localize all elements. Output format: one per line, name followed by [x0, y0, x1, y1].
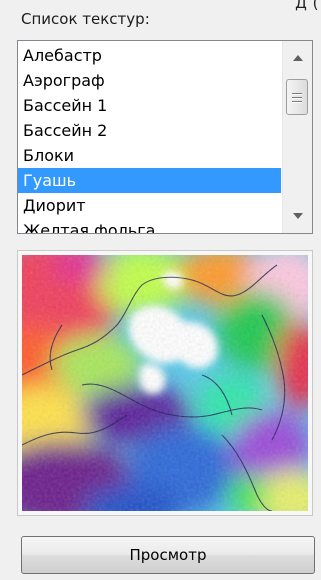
clipped-header-text: Д (: [295, 0, 319, 12]
texture-preview-image: [22, 255, 308, 511]
texture-panel: Д ( Список текстур: Алебастр Аэрограф Ба…: [0, 0, 321, 580]
texture-preview-frame: [17, 250, 313, 516]
scroll-up-button[interactable]: [283, 47, 312, 69]
list-item-pool-1[interactable]: Бассейн 1: [18, 93, 281, 118]
chevron-up-icon: [292, 55, 303, 61]
list-item-gouache[interactable]: Гуашь: [18, 168, 281, 193]
grip-icon: [292, 96, 302, 98]
list-item-blocks[interactable]: Блоки: [18, 143, 281, 168]
grip-icon: [292, 92, 302, 94]
list-scrollbar[interactable]: [282, 41, 312, 233]
list-item-yellow-foil[interactable]: Желтая фольга: [18, 218, 281, 233]
scroll-down-button[interactable]: [283, 205, 312, 227]
list-item-alabaster[interactable]: Алебастр: [18, 43, 281, 68]
chevron-down-icon: [292, 213, 303, 219]
preview-button[interactable]: Просмотр: [21, 536, 315, 574]
texture-list-label: Список текстур:: [21, 10, 150, 28]
texture-list: Алебастр Аэрограф Бассейн 1 Бассейн 2 Бл…: [18, 43, 281, 233]
grip-icon: [292, 100, 302, 102]
scroll-thumb[interactable]: [286, 79, 308, 115]
texture-listbox[interactable]: Алебастр Аэрограф Бассейн 1 Бассейн 2 Бл…: [17, 40, 313, 234]
list-item-diorite[interactable]: Диорит: [18, 193, 281, 218]
list-item-pool-2[interactable]: Бассейн 2: [18, 118, 281, 143]
list-item-airbrush[interactable]: Аэрограф: [18, 68, 281, 93]
